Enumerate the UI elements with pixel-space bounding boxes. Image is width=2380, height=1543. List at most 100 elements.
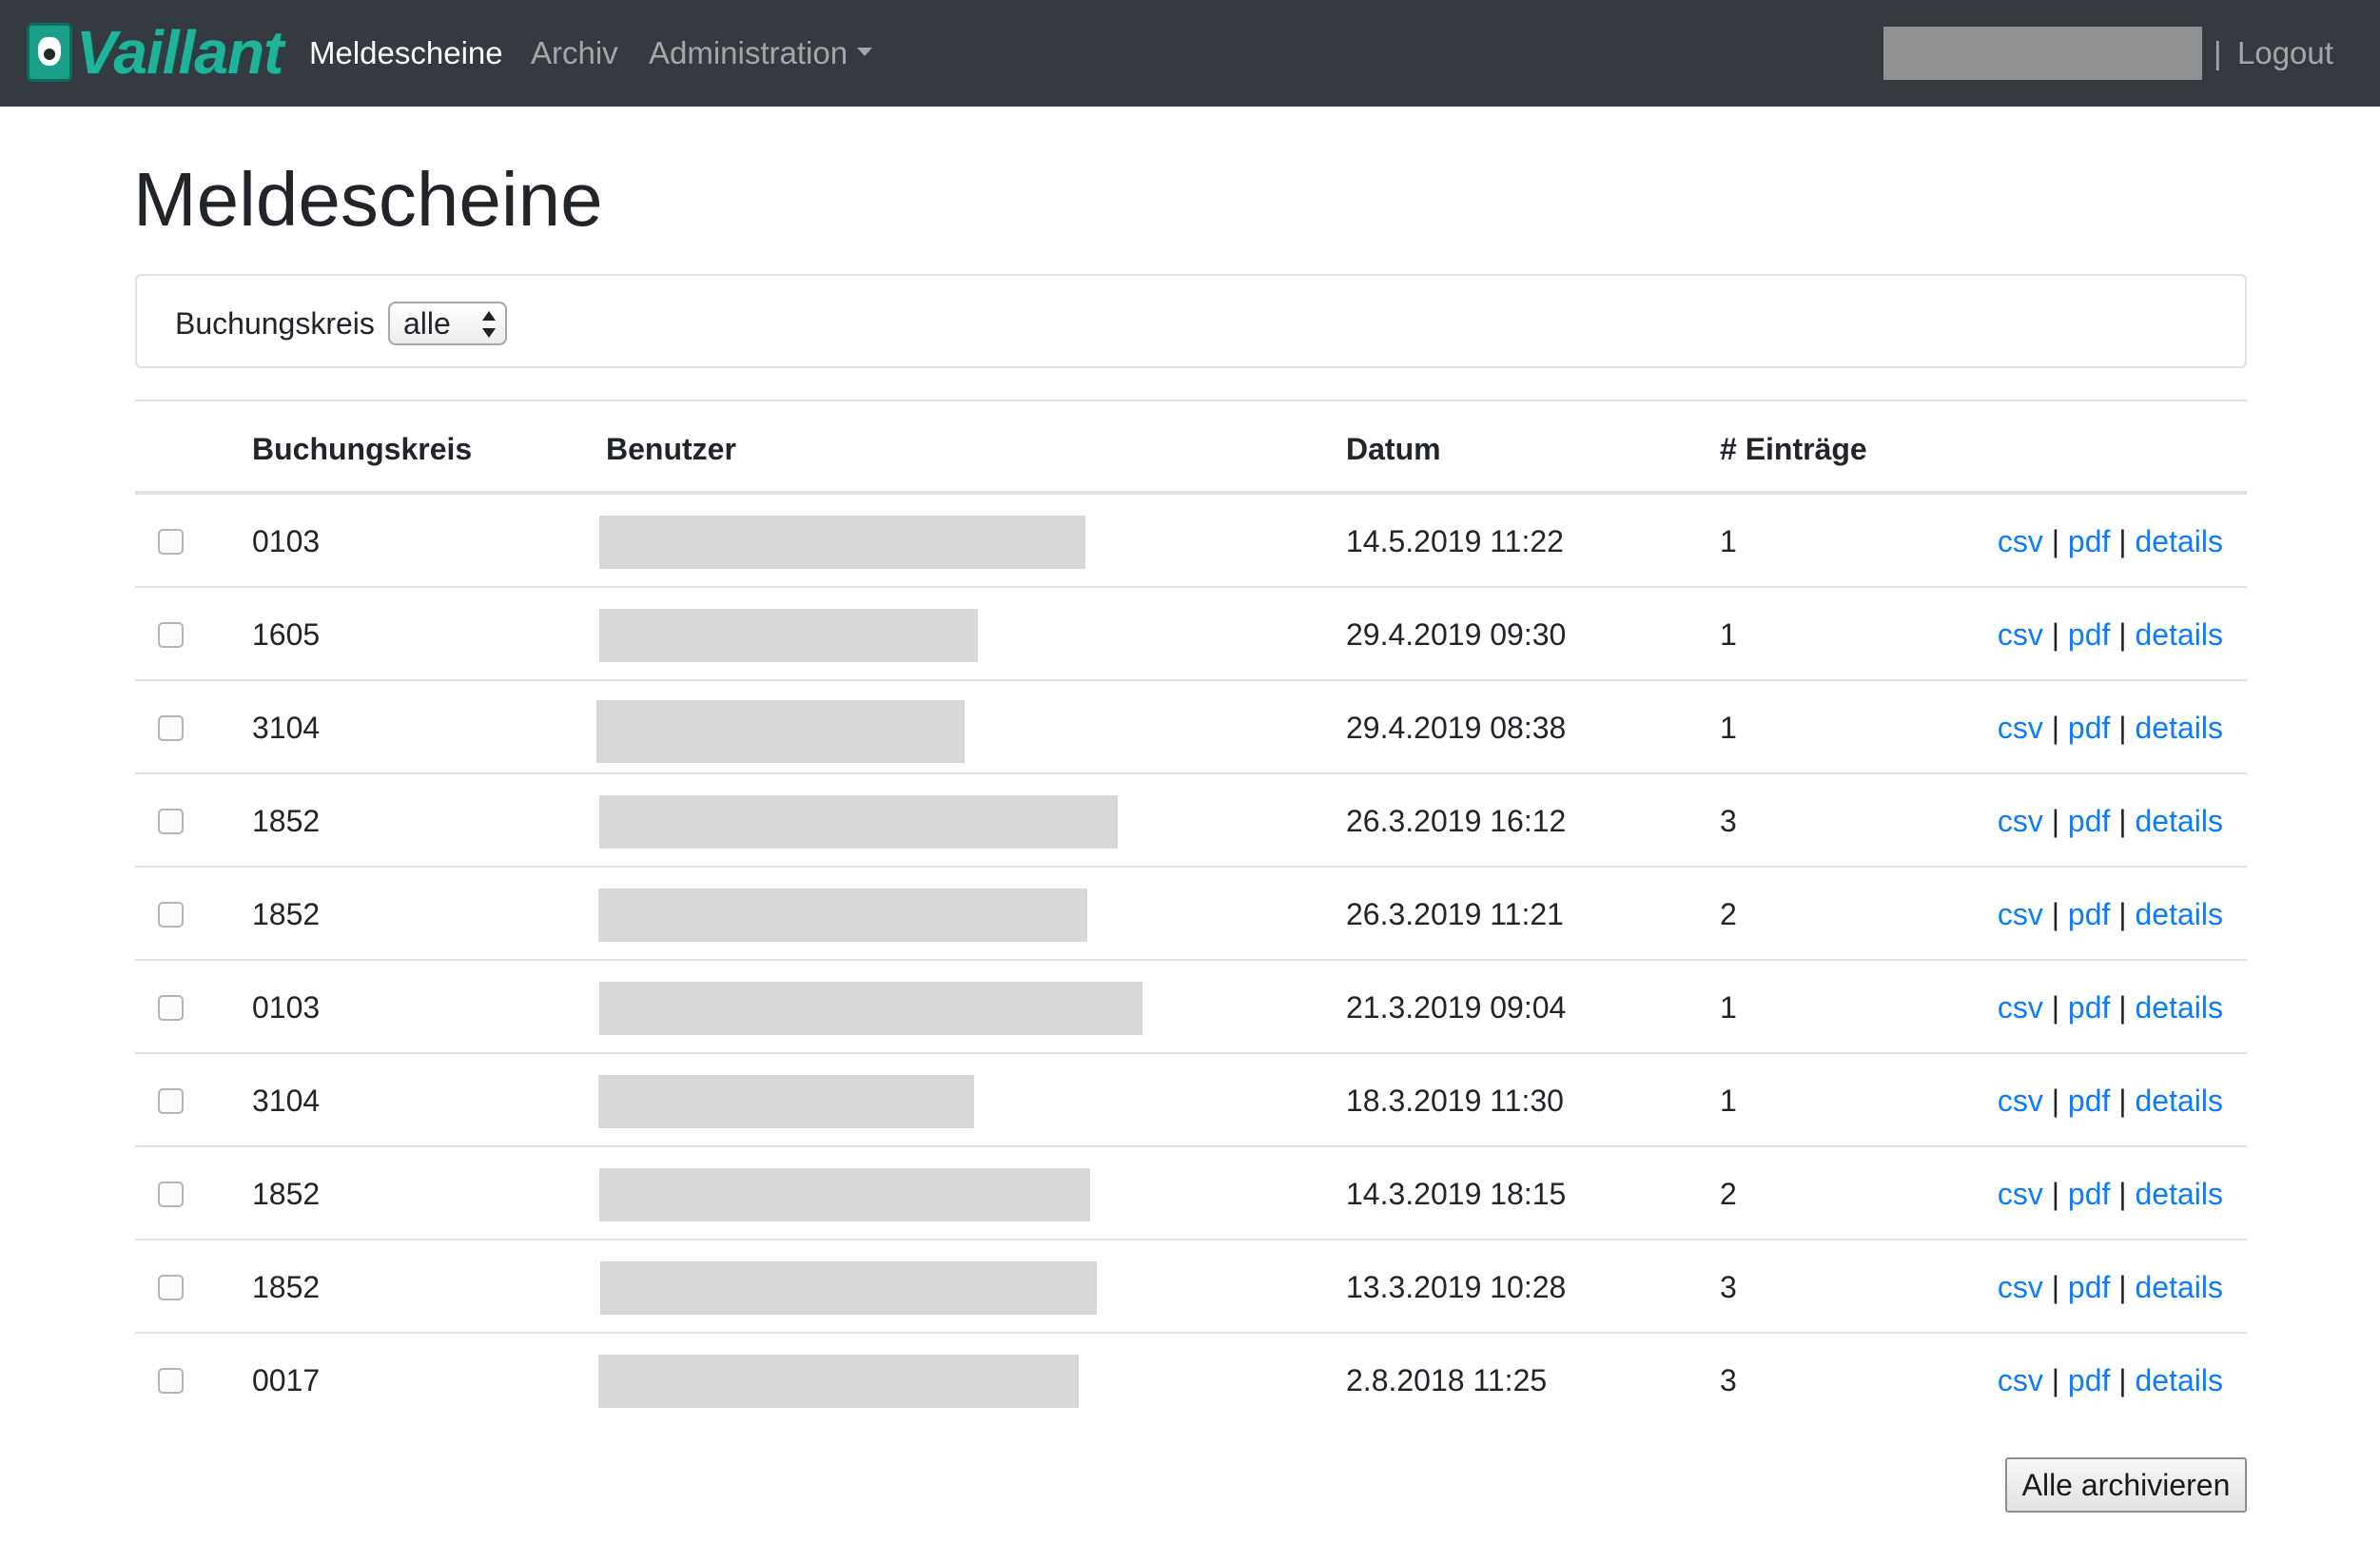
pdf-link[interactable]: pdf — [2068, 897, 2110, 931]
pdf-link[interactable]: pdf — [2068, 1177, 2110, 1211]
row-checkbox[interactable] — [158, 622, 184, 648]
cell-buchungskreis: 0103 — [252, 990, 321, 1025]
pdf-link[interactable]: pdf — [2068, 1084, 2110, 1118]
hare-logo-icon — [27, 23, 72, 82]
row-actions: csv | pdf | details — [1998, 522, 2223, 560]
pdf-link[interactable]: pdf — [2068, 1270, 2110, 1304]
redacted-user — [599, 1168, 1090, 1221]
action-separator: | — [2051, 524, 2060, 558]
table-row: 1605 29.4.2019 09:30 1 csv | pdf | detai… — [135, 588, 2247, 681]
cell-datum: 21.3.2019 09:04 — [1346, 990, 1567, 1025]
table-row: 1852 26.3.2019 11:21 2 csv | pdf | detai… — [135, 868, 2247, 961]
cell-eintraege: 1 — [1720, 990, 1737, 1025]
details-link[interactable]: details — [2136, 1084, 2224, 1118]
row-actions: csv | pdf | details — [1998, 1082, 2223, 1120]
cell-buchungskreis: 1852 — [252, 1177, 321, 1211]
action-separator: | — [2118, 804, 2127, 838]
redacted-user — [598, 1355, 1079, 1408]
archive-all-button[interactable]: Alle archivieren — [2005, 1457, 2247, 1513]
details-link[interactable]: details — [2136, 990, 2224, 1025]
csv-link[interactable]: csv — [1998, 897, 2043, 931]
row-actions: csv | pdf | details — [1998, 1175, 2223, 1213]
action-separator: | — [2051, 897, 2060, 931]
cell-buchungskreis: 1852 — [252, 804, 321, 838]
table-row: 3104 29.4.2019 08:38 1 csv | pdf | detai… — [135, 681, 2247, 774]
action-separator: | — [2118, 990, 2127, 1025]
table-row: 1852 13.3.2019 10:28 3 csv | pdf | detai… — [135, 1240, 2247, 1334]
pdf-link[interactable]: pdf — [2068, 990, 2110, 1025]
table-row: 0103 21.3.2019 09:04 1 csv | pdf | detai… — [135, 961, 2247, 1054]
table-row: 1852 14.3.2019 18:15 2 csv | pdf | detai… — [135, 1147, 2247, 1240]
select-value: alle — [403, 306, 451, 341]
buchungskreis-select[interactable]: alle — [388, 302, 507, 345]
table-row: 3104 18.3.2019 11:30 1 csv | pdf | detai… — [135, 1054, 2247, 1147]
csv-link[interactable]: csv — [1998, 617, 2043, 652]
action-separator: | — [2118, 711, 2127, 745]
pdf-link[interactable]: pdf — [2068, 1363, 2110, 1397]
cell-datum: 14.3.2019 18:15 — [1346, 1177, 1567, 1211]
row-checkbox[interactable] — [158, 1275, 184, 1300]
cell-buchungskreis: 1605 — [252, 617, 321, 652]
csv-link[interactable]: csv — [1998, 1270, 2043, 1304]
filter-label: Buchungskreis — [175, 306, 375, 341]
vaillant-logo[interactable]: Vaillant — [27, 21, 283, 84]
cell-buchungskreis: 0017 — [252, 1363, 321, 1397]
row-checkbox[interactable] — [158, 529, 184, 555]
csv-link[interactable]: csv — [1998, 1363, 2043, 1397]
cell-eintraege: 2 — [1720, 897, 1737, 931]
row-checkbox[interactable] — [158, 715, 184, 741]
nav-archiv[interactable]: Archiv — [531, 32, 618, 74]
details-link[interactable]: details — [2136, 524, 2224, 558]
csv-link[interactable]: csv — [1998, 711, 2043, 745]
cell-datum: 14.5.2019 11:22 — [1346, 524, 1564, 558]
cell-buchungskreis: 3104 — [252, 711, 321, 745]
row-checkbox[interactable] — [158, 902, 184, 928]
cell-datum: 26.3.2019 11:21 — [1346, 897, 1564, 931]
pdf-link[interactable]: pdf — [2068, 804, 2110, 838]
action-separator: | — [2051, 990, 2060, 1025]
row-checkbox[interactable] — [158, 1088, 184, 1114]
pdf-link[interactable]: pdf — [2068, 524, 2110, 558]
row-checkbox[interactable] — [158, 1368, 184, 1394]
cell-datum: 29.4.2019 09:30 — [1346, 617, 1567, 652]
action-separator: | — [2118, 617, 2127, 652]
csv-link[interactable]: csv — [1998, 1177, 2043, 1211]
logout-link[interactable]: Logout — [2237, 32, 2333, 74]
details-link[interactable]: details — [2136, 711, 2224, 745]
row-checkbox[interactable] — [158, 1182, 184, 1207]
caret-down-icon — [857, 47, 873, 56]
action-separator: | — [2051, 1270, 2060, 1304]
csv-link[interactable]: csv — [1998, 1084, 2043, 1118]
nav-meldescheine[interactable]: Meldescheine — [309, 32, 503, 74]
action-separator: | — [2118, 1084, 2127, 1118]
csv-link[interactable]: csv — [1998, 524, 2043, 558]
details-link[interactable]: details — [2136, 1177, 2224, 1211]
action-separator: | — [2051, 1084, 2060, 1118]
table-row: 0103 14.5.2019 11:22 1 csv | pdf | detai… — [135, 495, 2247, 588]
row-checkbox[interactable] — [158, 809, 184, 834]
details-link[interactable]: details — [2136, 1270, 2224, 1304]
pdf-link[interactable]: pdf — [2068, 617, 2110, 652]
nav-administration-dropdown[interactable]: Administration — [649, 32, 873, 74]
table-header: Buchungskreis Benutzer Datum # Einträge — [135, 400, 2247, 495]
redacted-user — [599, 516, 1085, 569]
pdf-link[interactable]: pdf — [2068, 711, 2110, 745]
redacted-username — [1883, 27, 2202, 80]
header-eintraege: # Einträge — [1720, 432, 1867, 466]
action-separator: | — [2118, 1270, 2127, 1304]
cell-datum: 18.3.2019 11:30 — [1346, 1084, 1564, 1118]
csv-link[interactable]: csv — [1998, 990, 2043, 1025]
details-link[interactable]: details — [2136, 897, 2224, 931]
details-link[interactable]: details — [2136, 804, 2224, 838]
redacted-user — [599, 609, 978, 662]
details-link[interactable]: details — [2136, 617, 2224, 652]
cell-datum: 29.4.2019 08:38 — [1346, 711, 1567, 745]
row-checkbox[interactable] — [158, 995, 184, 1021]
details-link[interactable]: details — [2136, 1363, 2224, 1397]
row-actions: csv | pdf | details — [1998, 709, 2223, 747]
redacted-user — [598, 1075, 974, 1128]
action-separator: | — [2118, 1363, 2127, 1397]
csv-link[interactable]: csv — [1998, 804, 2043, 838]
cell-buchungskreis: 1852 — [252, 1270, 321, 1304]
cell-eintraege: 1 — [1720, 1084, 1737, 1118]
